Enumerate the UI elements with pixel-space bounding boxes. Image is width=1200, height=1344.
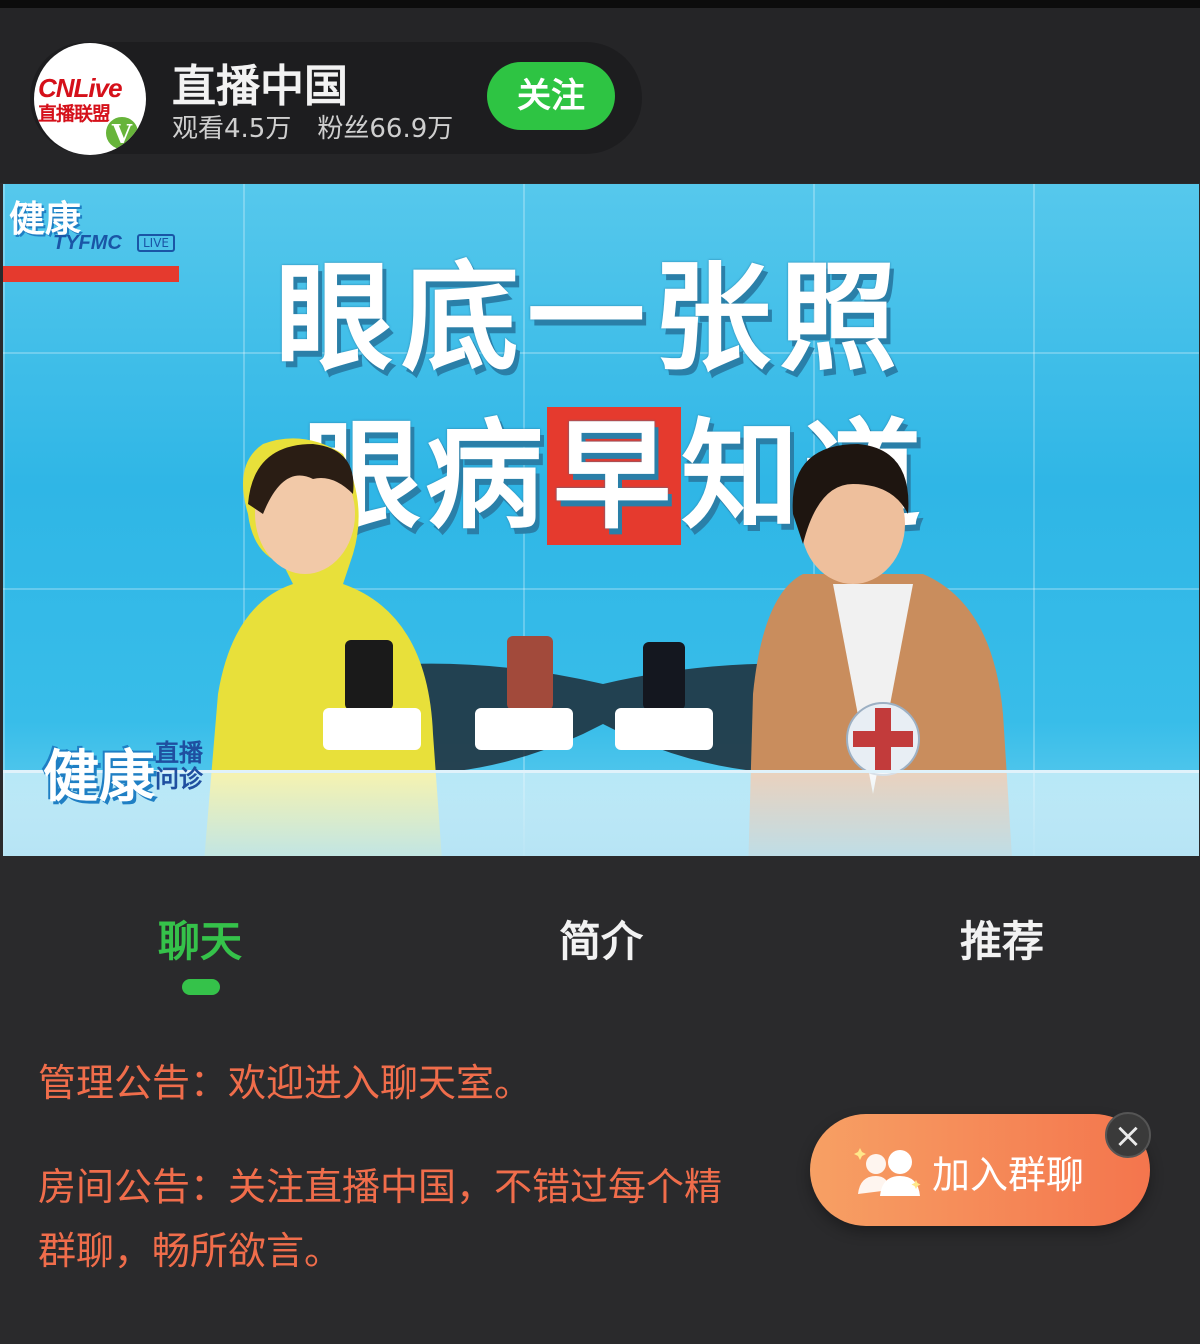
phone-prop — [345, 640, 393, 710]
tab-recommend[interactable]: 推荐 — [902, 908, 1102, 969]
channel-avatar[interactable]: CNLive 直播联盟 V — [34, 43, 146, 155]
verified-badge-icon: V — [104, 115, 140, 151]
tab-active-indicator — [182, 979, 220, 995]
stand-card — [615, 708, 713, 750]
live-badge: LIVE — [137, 234, 176, 252]
room-notice-line-2: 群聊，畅所欲言。 — [38, 1229, 343, 1273]
status-strip — [0, 0, 1200, 8]
watermark-tyfmc: TYFMC — [53, 232, 122, 254]
logo-subtext: 直播联盟 — [38, 103, 111, 125]
stand-card — [323, 708, 421, 750]
phone-prop — [643, 642, 685, 710]
show-logo: 健康 直播问诊 — [43, 732, 203, 813]
grid-line — [1033, 184, 1035, 856]
fans-count: 粉丝66.9万 — [317, 114, 454, 144]
close-icon[interactable]: × — [1105, 1112, 1151, 1158]
video-player[interactable]: 眼底一张照 眼病早知道 健康 直播问诊 健康 TYFMC LIVE — [3, 184, 1199, 856]
join-group-button[interactable]: 加入群聊 — [810, 1114, 1150, 1226]
room-notice-line-1: 房间公告：关注直播中国，不错过每个精 — [38, 1165, 723, 1209]
group-people-icon — [854, 1148, 921, 1196]
join-group-label: 加入群聊 — [932, 1153, 1085, 1197]
channel-watermark: 健康 TYFMC LIVE — [3, 190, 179, 282]
show-logo-title: 健康 — [43, 745, 155, 810]
show-logo-sub: 直播问诊 — [155, 739, 203, 793]
headline-highlight: 早 — [547, 407, 682, 545]
channel-stats: 观看4.5万 粉丝66.9万 — [172, 108, 453, 145]
admin-notice: 管理公告：欢迎进入聊天室。 — [38, 1061, 533, 1105]
video-headline-1: 眼底一张照 — [275, 249, 906, 387]
tab-chat[interactable]: 聊天 — [100, 908, 300, 969]
channel-name: 直播中国 — [172, 61, 348, 112]
grid-line — [3, 184, 5, 856]
stand-card — [475, 708, 573, 750]
follow-button[interactable]: 关注 — [487, 62, 615, 130]
views-count: 观看4.5万 — [172, 114, 292, 144]
watermark-bar — [3, 266, 179, 282]
tab-intro[interactable]: 简介 — [501, 908, 701, 969]
phone-prop — [507, 636, 553, 710]
